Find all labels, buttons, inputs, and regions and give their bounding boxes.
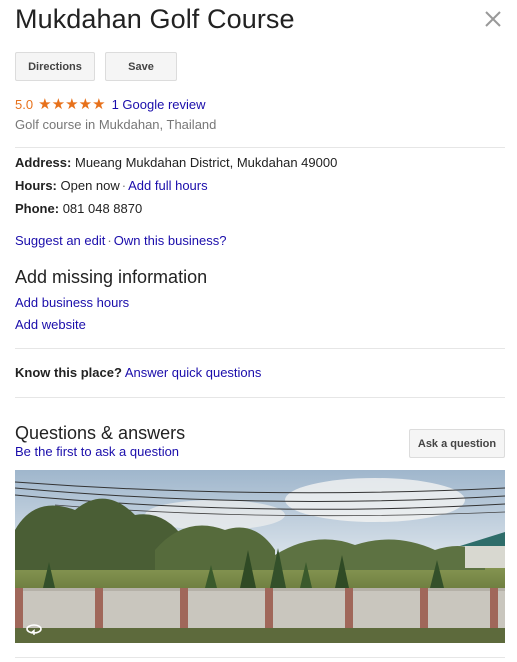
know-place-row: Know this place? Answer quick questions — [15, 365, 261, 380]
suggest-edit-link[interactable]: Suggest an edit — [15, 233, 105, 248]
qa-heading: Questions & answers — [15, 423, 186, 443]
rating-stars: ★ ★ ★ ★ ★ — [38, 96, 106, 113]
edit-links-row: Suggest an edit · Own this business? — [15, 233, 226, 248]
divider — [15, 147, 505, 148]
add-website-link[interactable]: Add website — [15, 317, 86, 332]
phone-label: Phone: — [15, 201, 60, 216]
street-view-photo[interactable] — [15, 470, 505, 643]
street-view-icon — [25, 623, 43, 635]
hours-value: Open now — [60, 178, 120, 193]
star-icon: ★ — [51, 96, 66, 113]
reviews-link[interactable]: 1 Google review — [112, 97, 206, 112]
close-icon[interactable] — [484, 10, 502, 28]
know-place-label: Know this place? — [15, 365, 122, 380]
separator: · — [107, 233, 112, 248]
add-full-hours-link[interactable]: Add full hours — [128, 178, 208, 193]
ask-question-button[interactable]: Ask a question — [409, 429, 505, 458]
rating-value: 5.0 — [15, 97, 34, 112]
phone-row: Phone: 081 048 8870 — [15, 201, 142, 216]
divider — [15, 657, 505, 658]
missing-info-heading: Add missing information — [15, 267, 208, 287]
divider — [15, 397, 505, 398]
place-category: Golf course in Mukdahan, Thailand — [15, 117, 217, 132]
rating-row: 5.0 ★ ★ ★ ★ ★ 1 Google review — [15, 97, 206, 112]
divider — [15, 348, 505, 349]
phone-value[interactable]: 081 048 8870 — [63, 201, 143, 216]
star-icon: ★ — [78, 96, 93, 113]
own-business-link[interactable]: Own this business? — [114, 233, 227, 248]
star-icon: ★ — [92, 96, 106, 113]
place-title: Mukdahan Golf Course — [15, 4, 295, 34]
directions-button[interactable]: Directions — [15, 52, 95, 81]
star-icon: ★ — [65, 96, 79, 113]
add-business-hours-link[interactable]: Add business hours — [15, 295, 129, 310]
star-icon: ★ — [38, 96, 52, 113]
hours-label: Hours: — [15, 178, 57, 193]
save-button[interactable]: Save — [105, 52, 177, 81]
answer-questions-link[interactable]: Answer quick questions — [125, 365, 262, 380]
first-question-link[interactable]: Be the first to ask a question — [15, 444, 179, 459]
address-value: Mueang Mukdahan District, Mukdahan 49000 — [74, 155, 338, 170]
hours-row: Hours: Open now · Add full hours — [15, 178, 208, 193]
separator: · — [121, 178, 127, 193]
address-label: Address: — [15, 155, 72, 170]
address-row: Address: Mueang Mukdahan District, Mukda… — [15, 155, 337, 170]
